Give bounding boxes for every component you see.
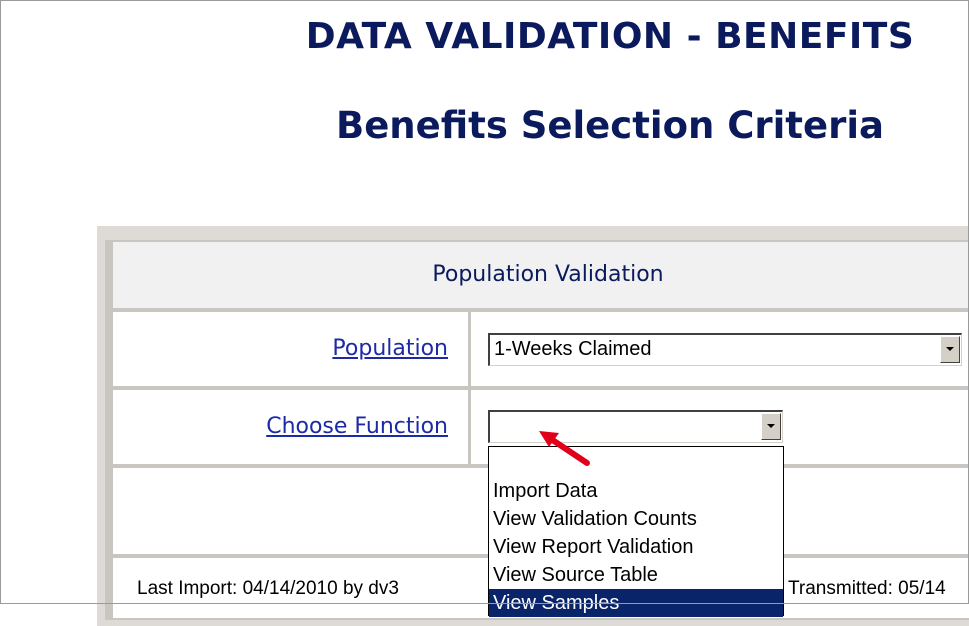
population-label-cell: Population <box>113 312 468 386</box>
choose-function-link[interactable]: Choose Function <box>266 414 448 439</box>
transmitted-text: Transmitted: 05/14 <box>788 578 946 599</box>
function-dropdown-list: Import Data View Validation Counts View … <box>488 446 784 617</box>
last-import-text: Last Import: 04/14/2010 by dv3 <box>137 578 399 599</box>
population-select-value: 1-Weeks Claimed <box>494 338 652 360</box>
section-header: Population Validation <box>113 242 969 308</box>
function-select[interactable] <box>488 410 783 443</box>
option-import-data[interactable]: Import Data <box>489 477 783 505</box>
function-label-cell: Choose Function <box>113 390 468 464</box>
chevron-down-icon[interactable] <box>940 336 960 363</box>
population-select[interactable]: 1-Weeks Claimed <box>488 333 962 366</box>
red-arrow-icon <box>539 431 590 466</box>
option-view-samples[interactable]: View Samples <box>489 589 783 617</box>
page-subtitle: Benefits Selection Criteria <box>336 104 884 147</box>
option-view-validation-counts[interactable]: View Validation Counts <box>489 505 783 533</box>
population-link[interactable]: Population <box>332 336 448 361</box>
option-view-report-validation[interactable]: View Report Validation <box>489 533 783 561</box>
page-title: DATA VALIDATION - BENEFITS <box>305 16 915 57</box>
option-view-source-table[interactable]: View Source Table <box>489 561 783 589</box>
chevron-down-icon[interactable] <box>761 413 781 440</box>
